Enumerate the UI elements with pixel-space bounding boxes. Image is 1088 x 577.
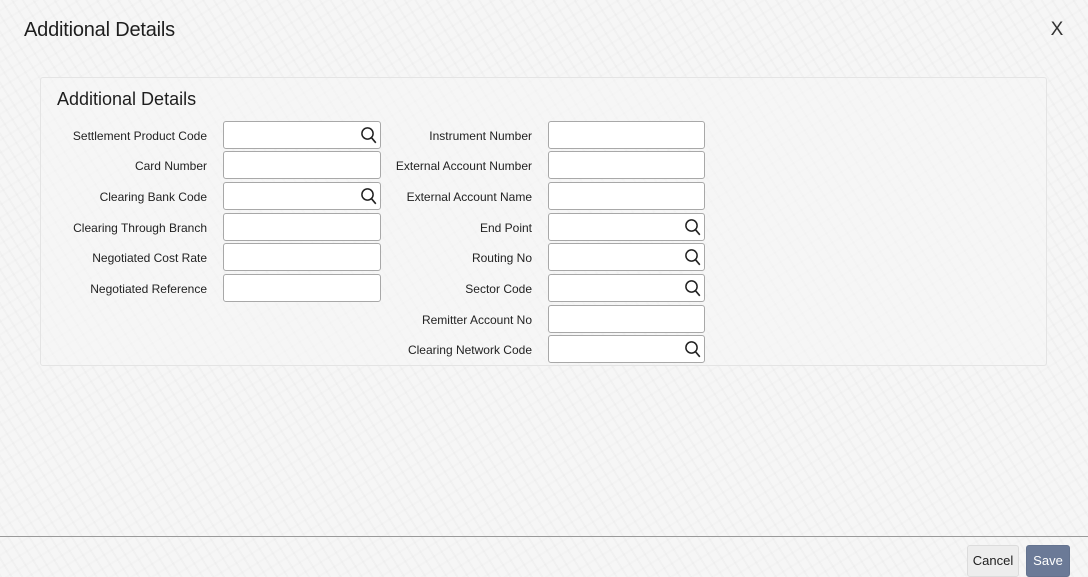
instrument-number-input[interactable] bbox=[549, 122, 704, 148]
negotiated-reference-input[interactable] bbox=[224, 275, 380, 301]
settlement-product-code-input[interactable] bbox=[224, 122, 380, 148]
negotiated-cost-rate-field bbox=[223, 243, 381, 271]
remitter-account-no-label: Remitter Account No bbox=[421, 313, 532, 327]
negotiated-cost-rate-input[interactable] bbox=[224, 244, 380, 270]
save-button[interactable]: Save bbox=[1026, 545, 1070, 577]
footer-divider bbox=[0, 536, 1088, 537]
card-number-field bbox=[223, 151, 381, 179]
card-number-input[interactable] bbox=[224, 152, 380, 178]
external-account-number-field bbox=[548, 151, 705, 179]
clearing-through-branch-label: Clearing Through Branch bbox=[73, 221, 207, 235]
external-account-name-input[interactable] bbox=[549, 183, 704, 209]
clearing-through-branch-input[interactable] bbox=[224, 214, 380, 240]
section-title: Additional Details bbox=[57, 89, 197, 109]
negotiated-reference-field bbox=[223, 274, 381, 302]
end-point-label: End Point bbox=[479, 221, 532, 235]
close-icon[interactable]: X bbox=[1047, 18, 1067, 42]
remitter-account-no-input[interactable] bbox=[549, 306, 704, 332]
external-account-name-label: External Account Name bbox=[406, 190, 532, 204]
clearing-network-code-field bbox=[548, 335, 705, 363]
clearing-bank-code-label: Clearing Bank Code bbox=[99, 190, 207, 204]
negotiated-reference-label: Negotiated Reference bbox=[90, 282, 207, 296]
instrument-number-field bbox=[548, 121, 705, 149]
routing-no-field bbox=[548, 243, 705, 271]
sector-code-label: Sector Code bbox=[465, 282, 532, 296]
settlement-product-code-field bbox=[223, 121, 381, 149]
clearing-network-code-input[interactable] bbox=[549, 336, 704, 362]
end-point-field bbox=[548, 213, 705, 241]
sector-code-field bbox=[548, 274, 705, 302]
clearing-bank-code-field bbox=[223, 182, 381, 210]
search-icon[interactable] bbox=[684, 248, 702, 267]
cancel-button[interactable]: Cancel bbox=[967, 545, 1019, 577]
negotiated-cost-rate-label: Negotiated Cost Rate bbox=[92, 251, 207, 265]
routing-no-input[interactable] bbox=[549, 244, 704, 270]
clearing-through-branch-field bbox=[223, 213, 381, 241]
external-account-number-label: External Account Number bbox=[395, 159, 532, 173]
routing-no-label: Routing No bbox=[471, 251, 532, 265]
search-icon[interactable] bbox=[684, 279, 702, 298]
clearing-bank-code-input[interactable] bbox=[224, 183, 380, 209]
search-icon[interactable] bbox=[684, 340, 702, 359]
sector-code-input[interactable] bbox=[549, 275, 704, 301]
instrument-number-label: Instrument Number bbox=[429, 129, 532, 143]
remitter-account-no-field bbox=[548, 305, 705, 333]
card-number-label: Card Number bbox=[134, 159, 207, 173]
search-icon[interactable] bbox=[684, 218, 702, 237]
clearing-network-code-label: Clearing Network Code bbox=[407, 343, 532, 357]
external-account-name-field bbox=[548, 182, 705, 210]
external-account-number-input[interactable] bbox=[549, 152, 704, 178]
dialog-title: Additional Details bbox=[24, 19, 175, 41]
settlement-product-code-label: Settlement Product Code bbox=[72, 129, 207, 143]
end-point-input[interactable] bbox=[549, 214, 704, 240]
